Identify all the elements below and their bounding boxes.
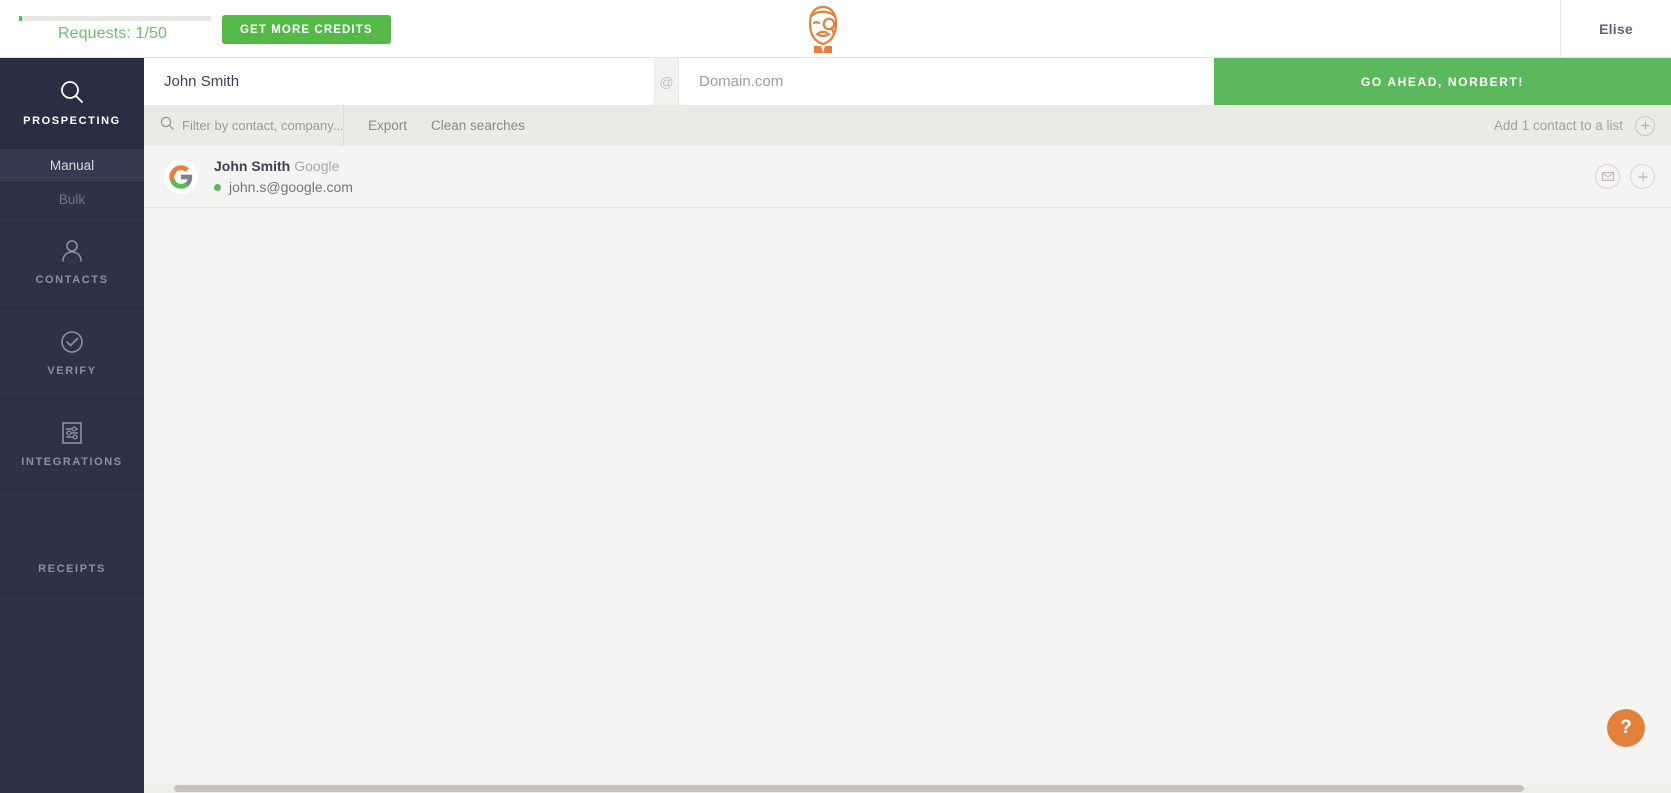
- sidebar-subitem-bulk[interactable]: Bulk: [0, 183, 144, 217]
- row-actions: [1595, 164, 1655, 189]
- contact-identity: John Smith Google: [214, 156, 353, 176]
- credits-label: Requests: 1/50: [57, 24, 168, 42]
- search-bar: @ GO AHEAD, NORBERT!: [144, 58, 1671, 105]
- top-header: Requests: 1/50 GET MORE CREDITS Elise: [0, 0, 1671, 58]
- sidebar-label-prospecting: PROSPECTING: [23, 115, 121, 127]
- contact-name: John Smith: [214, 158, 291, 174]
- results-list: John Smith Google john.s@google.com: [144, 146, 1671, 793]
- name-input[interactable]: [144, 58, 654, 105]
- sidebar-label-integrations: INTEGRATIONS: [21, 456, 123, 468]
- clean-searches-link[interactable]: Clean searches: [431, 118, 525, 133]
- norbert-mascot-logo[interactable]: [795, 2, 851, 58]
- sidebar-item-integrations[interactable]: INTEGRATIONS: [0, 399, 144, 490]
- person-icon: [59, 238, 85, 264]
- contact-email-row: john.s@google.com: [214, 177, 353, 197]
- envelope-icon: [1601, 172, 1614, 181]
- sidebar-label-receipts: RECEIPTS: [38, 563, 106, 575]
- magnifier-icon: [59, 79, 85, 105]
- add-to-list-label: Add 1 contact to a list: [1493, 118, 1623, 133]
- sidebar-item-contacts[interactable]: CONTACTS: [0, 217, 144, 308]
- send-email-button[interactable]: [1595, 164, 1620, 189]
- search-icon: [160, 116, 174, 135]
- sliders-icon: [59, 420, 85, 446]
- credits-meter: Requests: 1/50: [0, 0, 225, 58]
- norbert-face-icon: [808, 5, 838, 53]
- horizontal-scrollbar[interactable]: [144, 784, 1671, 793]
- user-name-label: Elise: [1599, 21, 1633, 37]
- sidebar-item-prospecting[interactable]: PROSPECTING: [0, 58, 144, 149]
- at-symbol-icon: @: [654, 58, 679, 105]
- submit-search-button[interactable]: GO AHEAD, NORBERT!: [1214, 58, 1671, 105]
- status-badge: [214, 183, 221, 191]
- credits-progress-bar: [18, 15, 211, 21]
- contact-email: john.s@google.com: [229, 179, 353, 195]
- filter-field-wrapper[interactable]: [144, 105, 344, 146]
- table-row[interactable]: John Smith Google john.s@google.com: [144, 146, 1671, 208]
- get-more-credits-button[interactable]: GET MORE CREDITS: [222, 15, 391, 44]
- results-toolbar: Export Clean searches Add 1 contact to a…: [144, 105, 1671, 146]
- contact-info: John Smith Google john.s@google.com: [214, 156, 353, 197]
- sidebar-subitem-manual[interactable]: Manual: [0, 149, 144, 183]
- app-root: Requests: 1/50 GET MORE CREDITS Elise PR…: [0, 0, 1671, 793]
- domain-input[interactable]: [679, 58, 1214, 105]
- google-logo-icon: [169, 164, 193, 189]
- check-circle-icon: [59, 329, 85, 355]
- filter-input[interactable]: [182, 118, 342, 133]
- user-menu[interactable]: Elise: [1560, 0, 1671, 58]
- credits-progress-fill: [18, 15, 23, 21]
- export-link[interactable]: Export: [368, 118, 407, 133]
- sidebar-nav: PROSPECTING Manual Bulk CONTACTS VERIFY: [0, 58, 144, 793]
- contact-company: Google: [294, 158, 340, 174]
- add-to-list-group: Add 1 contact to a list: [1493, 115, 1671, 136]
- help-button[interactable]: ?: [1607, 709, 1645, 747]
- sidebar-label-verify: VERIFY: [47, 365, 97, 377]
- plus-icon: [1640, 121, 1650, 130]
- sidebar-item-verify[interactable]: VERIFY: [0, 308, 144, 399]
- sidebar-item-receipts[interactable]: RECEIPTS: [0, 490, 144, 594]
- sidebar-label-contacts: CONTACTS: [35, 274, 109, 286]
- avatar: [164, 159, 198, 194]
- add-to-list-button[interactable]: [1635, 115, 1655, 136]
- add-contact-button[interactable]: [1630, 164, 1655, 189]
- plus-icon: [1637, 171, 1648, 182]
- horizontal-scrollbar-thumb[interactable]: [174, 785, 1524, 792]
